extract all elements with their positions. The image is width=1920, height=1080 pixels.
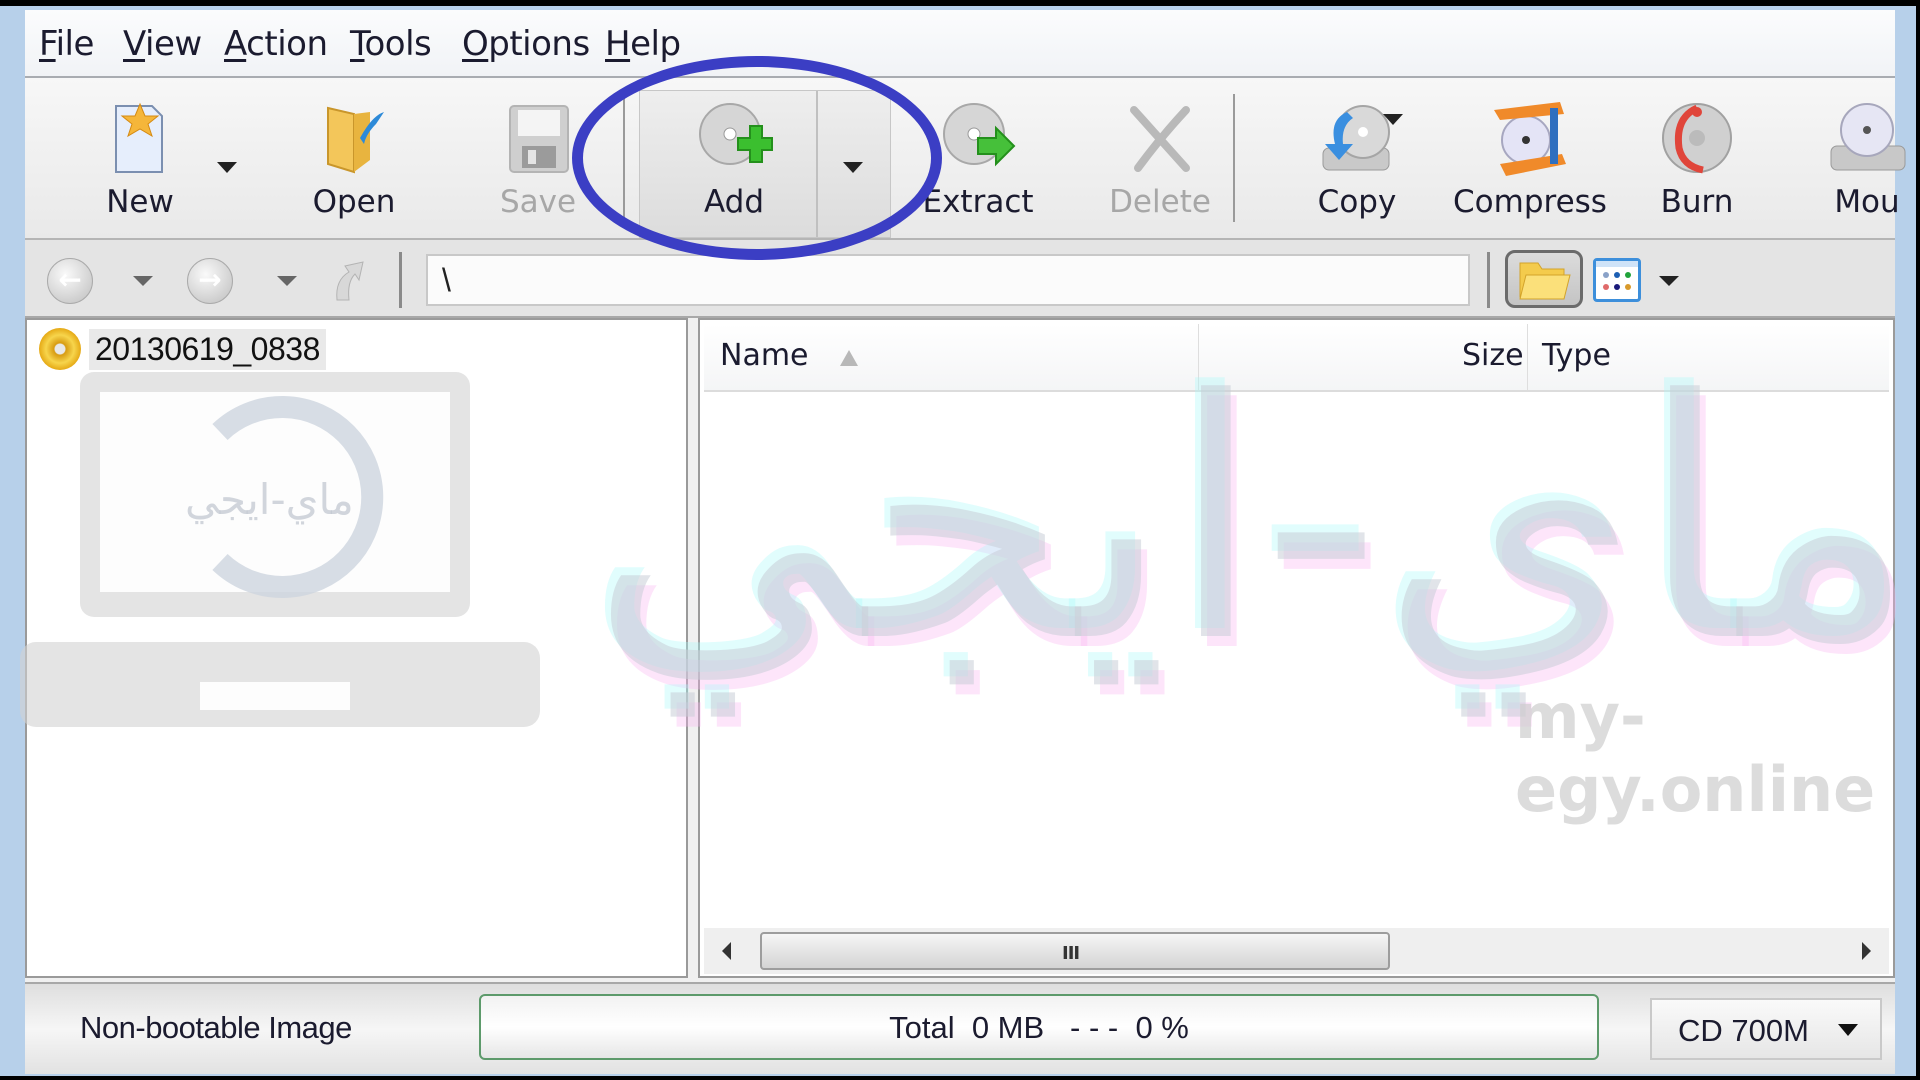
menu-action-label: Action (224, 24, 328, 64)
media-size-select[interactable]: CD 700M (1650, 998, 1882, 1060)
scrollbar-thumb[interactable]: III (760, 932, 1390, 970)
disc-compress-icon (1490, 98, 1570, 178)
burn-button[interactable]: Burn (1637, 78, 1757, 238)
menu-help-label: Help (605, 24, 681, 64)
menu-tools[interactable]: Tools (350, 24, 432, 64)
toolbar-separator (1233, 94, 1235, 222)
nav-separator (399, 252, 402, 308)
mount-button[interactable]: Mou (1807, 78, 1920, 238)
compress-button[interactable]: Compress (1445, 78, 1615, 238)
add-dropdown-arrow-icon[interactable] (843, 162, 863, 173)
scrollbar-grip: III (1062, 943, 1080, 964)
column-divider[interactable] (1527, 324, 1528, 390)
scroll-left-arrow-icon[interactable] (722, 942, 731, 960)
menu-view[interactable]: View (123, 24, 202, 64)
horizontal-scrollbar[interactable]: III (704, 928, 1889, 974)
scroll-right-arrow-icon[interactable] (1862, 942, 1871, 960)
disc-burn-icon (1657, 98, 1737, 178)
capacity-progress-bar: Total 0 MB - - - 0 % (479, 994, 1599, 1060)
disc-extract-icon (938, 98, 1018, 178)
cd-image-icon (39, 328, 81, 370)
menu-tools-label: Tools (350, 24, 432, 64)
sort-ascending-icon (840, 350, 858, 366)
folder-tree-pane: 20130619_0838 (25, 318, 688, 978)
tree-item-label: 20130619_0838 (89, 328, 326, 370)
menu-bar: File View Action Tools Options Help (25, 10, 1895, 78)
burn-label: Burn (1660, 184, 1734, 220)
toolbar: New Open Save Add Extract Delete Copy Co… (25, 78, 1906, 240)
open-button[interactable]: Open (289, 78, 419, 238)
column-header-size[interactable]: Size (1462, 338, 1524, 373)
path-input[interactable] (426, 254, 1470, 306)
progress-label: Total 0 MB - - - 0 % (889, 1010, 1189, 1045)
forward-history-dropdown-icon[interactable] (277, 276, 297, 286)
add-button[interactable]: Add (649, 78, 819, 238)
toolbar-separator (623, 94, 625, 222)
disc-mount-icon (1827, 98, 1907, 178)
folder-view-toggle[interactable] (1505, 250, 1583, 308)
column-header-name[interactable]: Name (720, 338, 809, 373)
menu-file[interactable]: File (39, 24, 94, 64)
view-mode-grid-icon[interactable] (1593, 258, 1641, 302)
new-label: New (106, 184, 174, 220)
save-label: Save (499, 184, 577, 220)
disc-copy-icon (1317, 98, 1397, 178)
column-header-type[interactable]: Type (1542, 338, 1611, 373)
new-button[interactable]: New (75, 78, 205, 238)
compress-label: Compress (1453, 184, 1607, 220)
menu-help[interactable]: Help (605, 24, 681, 64)
add-label: Add (703, 184, 765, 220)
tree-item-image-root[interactable]: 20130619_0838 (39, 328, 326, 370)
save-button[interactable]: Save (473, 78, 603, 238)
chevron-down-icon (1838, 1024, 1858, 1036)
forward-arrow-icon[interactable]: → (187, 258, 233, 304)
extract-button[interactable]: Extract (893, 78, 1063, 238)
folders-icon (1519, 262, 1571, 300)
nav-separator (1487, 252, 1490, 308)
copy-button[interactable]: Copy (1287, 78, 1427, 238)
open-label: Open (312, 184, 396, 220)
up-folder-icon[interactable] (329, 256, 369, 304)
menu-action[interactable]: Action (224, 24, 328, 64)
copy-dropdown-arrow-icon[interactable] (1383, 114, 1403, 125)
menu-view-label: View (123, 24, 202, 64)
file-list-pane: Name Size Type III (698, 318, 1895, 978)
delete-button[interactable]: Delete (1085, 78, 1235, 238)
copy-label: Copy (1317, 184, 1397, 220)
list-header: Name Size Type (704, 324, 1889, 392)
delete-x-icon (1120, 98, 1200, 178)
poweriso-window: File View Action Tools Options Help New … (25, 10, 1906, 1074)
mount-label: Mou (1834, 184, 1900, 220)
view-mode-dropdown-icon[interactable] (1659, 276, 1679, 286)
column-divider[interactable] (1198, 324, 1199, 390)
status-bar: Non-bootable Image Total 0 MB - - - 0 % … (25, 982, 1895, 1074)
menu-file-label: File (39, 24, 94, 64)
navigation-bar: ← → (25, 240, 1895, 318)
open-folder-icon (314, 98, 394, 178)
menu-options[interactable]: Options (462, 24, 590, 64)
back-history-dropdown-icon[interactable] (133, 276, 153, 286)
delete-label: Delete (1109, 184, 1211, 220)
back-arrow-icon[interactable]: ← (47, 258, 93, 304)
menu-options-label: Options (462, 24, 590, 64)
extract-label: Extract (922, 184, 1034, 220)
new-dropdown-arrow-icon[interactable] (217, 162, 237, 173)
new-document-icon (100, 98, 180, 178)
media-size-value: CD 700M (1678, 1013, 1809, 1048)
floppy-disk-icon (498, 98, 578, 178)
boot-status-text: Non-bootable Image (80, 1010, 352, 1045)
disc-add-icon (694, 98, 774, 178)
